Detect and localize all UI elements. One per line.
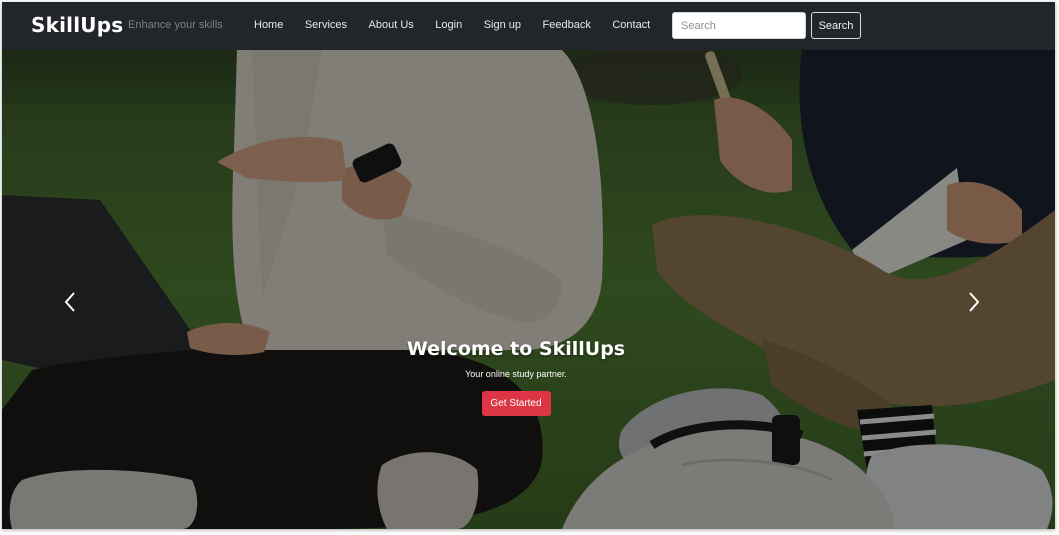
search-button[interactable]: Search [811,12,861,39]
nav-link-sign-up[interactable]: Sign up [484,19,521,31]
hero-subtitle: Your online study partner. [465,369,567,379]
nav-link-contact[interactable]: Contact [612,19,650,31]
carousel-next-button[interactable] [959,287,989,317]
brand-tagline: Enhance your skills [128,19,223,31]
nav-link-login[interactable]: Login [435,19,462,31]
hero-caption: Welcome to SkillUps Your online study pa… [2,338,1030,416]
chevron-left-icon [64,292,75,312]
brand-logo[interactable]: SkillUps [31,13,123,37]
hero-title: Welcome to SkillUps [406,338,626,360]
nav-link-feedback[interactable]: Feedback [543,19,591,31]
carousel-prev-button[interactable] [55,287,85,317]
get-started-button[interactable]: Get Started [481,391,551,416]
nav-link-services[interactable]: Services [305,19,347,31]
nav-links: Home Services About Us Login Sign up Fee… [254,19,672,31]
hero-dark-overlay [2,50,1055,529]
nav-link-about-us[interactable]: About Us [369,19,414,31]
search-input[interactable] [672,12,806,39]
page-frame: SkillUps Enhance your skills Home Servic… [2,2,1055,529]
navbar: SkillUps Enhance your skills Home Servic… [2,2,1055,50]
nav-link-home[interactable]: Home [254,19,283,31]
chevron-right-icon [969,292,980,312]
hero-carousel: Welcome to SkillUps Your online study pa… [2,50,1055,529]
